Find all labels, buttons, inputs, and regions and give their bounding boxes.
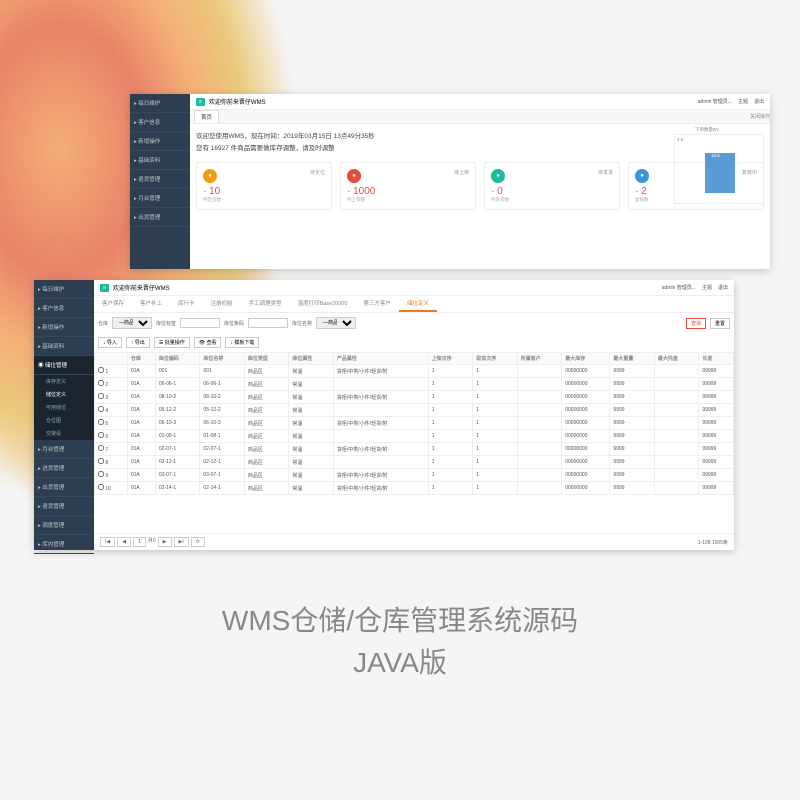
module-tabs: 客户保存客户补上库行卡注册初始手工调理类型温度打印Base20000第三方客户储… <box>94 296 734 313</box>
menu-icon[interactable]: ≡ <box>100 284 109 292</box>
stat-card: ●待发货· 0待发货数 <box>484 162 620 210</box>
search-button[interactable]: 查询 <box>686 318 706 329</box>
pager-next[interactable]: ▶ <box>158 537 172 547</box>
exit-link[interactable]: 退出 <box>754 98 764 105</box>
tabbar: 首页 关闭操作 <box>190 110 770 124</box>
row-checkbox[interactable] <box>98 419 104 425</box>
stat-icon: ● <box>491 169 505 183</box>
table-row[interactable]: 201A06-06-106-06-1商品区常温11000000009999999… <box>95 378 734 391</box>
view-button[interactable]: 👁 查看 <box>194 337 222 348</box>
topbar-2: ≡ 欢迎你前来晋仔WMS admin 管理员... 主题 退出 <box>94 280 734 296</box>
sidebar-item[interactable]: ▸ 客户信息 <box>130 113 190 132</box>
module-tab[interactable]: 第三方客户 <box>355 296 399 312</box>
sidebar-item[interactable]: ▸ 退货管理 <box>130 170 190 189</box>
table-row[interactable]: 901A03-07-103-07-1商品区常温货柜/中类/小件/轻货/附1100… <box>95 469 734 482</box>
table-row[interactable]: 101A001001商品区常温货柜/中类/小件/轻货/附110000000099… <box>95 365 734 378</box>
table-row[interactable]: 1001A02-14-102-14-1商品区常温货柜/中类/小件/轻货/附110… <box>95 482 734 495</box>
pager-info: 1-108 1005条 <box>698 539 728 546</box>
row-checkbox[interactable] <box>98 380 104 386</box>
data-table: 仓库库位编码库位名称库位类型库位属性产品属性上架次序取货次序所属客户最大库存最大… <box>94 352 734 495</box>
loc-code-input[interactable] <box>248 318 288 328</box>
row-checkbox[interactable] <box>98 406 104 412</box>
filter-row: 仓库 —商品— 库位标签 库位条码 库位名称 —商品— 查询 重置 <box>94 313 734 333</box>
close-ops[interactable]: 关闭操作 <box>750 113 770 120</box>
module-tab[interactable]: 客户保存 <box>94 296 132 312</box>
sidebar-1: ▸ 每日维护▸ 客户信息▸ 新增操作▸ 基础资料▸ 退货管理▸ 月台管理▸ 出货… <box>130 94 190 269</box>
row-checkbox[interactable] <box>98 471 104 477</box>
row-checkbox[interactable] <box>98 432 104 438</box>
table-header: 仓库库位编码库位名称库位类型库位属性产品属性上架次序取货次序所属客户最大库存最大… <box>95 353 734 365</box>
row-checkbox[interactable] <box>98 484 104 490</box>
dashboard-window: ▸ 每日维护▸ 客户信息▸ 新增操作▸ 基础资料▸ 退货管理▸ 月台管理▸ 出货… <box>130 94 770 269</box>
sidebar-item[interactable]: ▸ 新增操作 <box>130 132 190 151</box>
pager-refresh[interactable]: ⟳ <box>191 537 205 547</box>
action-row: ↓ 导入 ↑ 导出 ☰ 批量操作 👁 查看 ↓ 模板下载 <box>94 333 734 352</box>
promo-title: WMS仓储/仓库管理系统源码 JAVA版 <box>0 600 800 684</box>
chart-box: 下单数量BV 2.5 10.0 <box>674 134 764 204</box>
sidebar-item[interactable]: ▸ 出货管理 <box>130 208 190 227</box>
table-row[interactable]: 401A05-12-205-12-2商品区常温11000000009999999… <box>95 404 734 417</box>
row-checkbox[interactable] <box>98 458 104 464</box>
row-checkbox[interactable] <box>98 393 104 399</box>
product-select[interactable]: —商品— <box>112 317 152 329</box>
topbar: ≡ 欢迎你前来晋仔WMS admin 管理员... 主题 退出 <box>190 94 770 110</box>
module-tab[interactable]: 温度打印Base20000 <box>290 296 356 312</box>
table-row[interactable]: 801A02-12-102-12-1商品区常温11000000009999999… <box>95 456 734 469</box>
menu-icon[interactable]: ≡ <box>196 98 205 106</box>
sidebar-item[interactable]: ▸ 月台管理 <box>130 189 190 208</box>
loc-label-input[interactable] <box>180 318 220 328</box>
table-row[interactable]: 301A08-10-208-10-2商品区常温货柜/中类/小件/轻货/附1100… <box>95 391 734 404</box>
pager-prev[interactable]: ◀ <box>117 537 131 547</box>
module-tab[interactable]: 注册初始 <box>203 296 241 312</box>
module-tab[interactable]: 客户补上 <box>132 296 170 312</box>
table-row[interactable]: 501A06-10-306-10-3商品区常温货柜/中类/小件/轻货/附1100… <box>95 417 734 430</box>
theme-link[interactable]: 主题 <box>738 98 748 105</box>
product2-select[interactable]: —商品— <box>316 317 356 329</box>
sidebar-2: ▸ 每日维护▸ 客户信息▸ 新增操作▸ 基础资料◉ 储位管理库存定义储位定义可用… <box>34 280 94 550</box>
sidebar-item[interactable]: ▸ 基础资料 <box>130 151 190 170</box>
stat-card: ●待上架· 1000待上架数 <box>340 162 476 210</box>
user-label[interactable]: admin 管理员... <box>698 98 732 105</box>
export-button[interactable]: ↑ 导出 <box>126 337 150 348</box>
pager-first[interactable]: I◀ <box>100 537 115 547</box>
import-button[interactable]: ↓ 导入 <box>98 337 122 348</box>
table-window: ▸ 每日维护▸ 客户信息▸ 新增操作▸ 基础资料◉ 储位管理库存定义储位定义可用… <box>34 280 734 550</box>
pager-last[interactable]: ▶I <box>174 537 189 547</box>
row-checkbox[interactable] <box>98 367 104 373</box>
sidebar-item[interactable]: ▸ 每日维护 <box>130 94 190 113</box>
pager: I◀ ◀ 1 月0 ▶ ▶I ⟳ 1-108 1005条 <box>94 533 734 550</box>
chart-bar <box>705 153 735 193</box>
stat-icon: ● <box>347 169 361 183</box>
table-row[interactable]: 701A02-07-102-07-1商品区常温货柜/中类/小件/轻货/附1100… <box>95 443 734 456</box>
batch-button[interactable]: ☰ 批量操作 <box>154 337 190 348</box>
module-tab[interactable]: 手工调理类型 <box>241 296 290 312</box>
table-row[interactable]: 601A01-08-101-08-1商品区常温11000000009999999… <box>95 430 734 443</box>
tab-home[interactable]: 首页 <box>194 110 219 123</box>
module-tab[interactable]: 库行卡 <box>170 296 203 312</box>
row-checkbox[interactable] <box>98 445 104 451</box>
reset-button[interactable]: 重置 <box>710 318 730 329</box>
stat-icon: ● <box>635 169 649 183</box>
module-tab[interactable]: 储位定义 <box>399 296 437 312</box>
welcome-title: 欢迎你前来晋仔WMS <box>209 97 266 106</box>
stat-icon: ● <box>203 169 217 183</box>
template-button[interactable]: ↓ 模板下载 <box>225 337 259 348</box>
stat-card: ●待定位· 10待定位数 <box>196 162 332 210</box>
